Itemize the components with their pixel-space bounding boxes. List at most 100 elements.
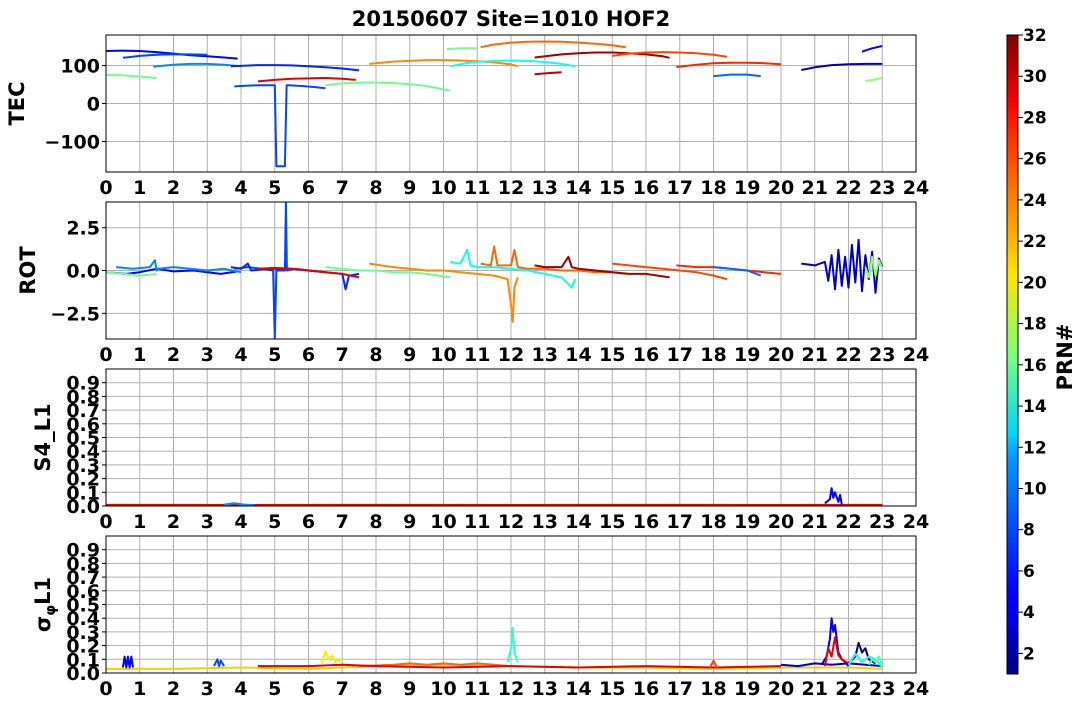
- series-line-prn-16: [325, 266, 451, 279]
- colorbar-tick-label: 2: [1023, 644, 1035, 664]
- x-tick-label: 22: [835, 344, 861, 366]
- x-tick-label: 13: [532, 678, 558, 700]
- colorbar-tick-label: 26: [1023, 150, 1047, 170]
- y-tick-label: 0.0: [66, 261, 100, 283]
- x-tick-label: 23: [869, 678, 895, 700]
- x-tick-label: 14: [565, 177, 591, 199]
- series-group: [106, 487, 883, 506]
- series-line-prn-27: [676, 61, 782, 68]
- x-tick-label: 1: [133, 678, 146, 700]
- x-tick-label: 19: [734, 344, 760, 366]
- x-tick-label: 17: [667, 678, 693, 700]
- x-tick-label: 19: [734, 177, 760, 199]
- x-tick-label: 21: [802, 511, 828, 533]
- x-tick-label: 10: [430, 344, 456, 366]
- y-tick-label: 0.9: [66, 373, 100, 395]
- x-tick-label: 17: [667, 344, 693, 366]
- x-tick-label: 11: [464, 511, 490, 533]
- x-tick-label: 22: [835, 511, 861, 533]
- x-tick-label: 22: [835, 177, 861, 199]
- x-tick-label: 20: [768, 344, 794, 366]
- x-tick-label: 11: [464, 344, 490, 366]
- x-tick-label: 23: [869, 344, 895, 366]
- x-tick-label: 3: [201, 344, 214, 366]
- x-tick-label: 16: [633, 344, 659, 366]
- x-tick-label: 14: [565, 344, 591, 366]
- x-tick-label: 8: [369, 511, 382, 533]
- x-tick-label: 4: [234, 511, 247, 533]
- x-tick-label: 0: [99, 344, 112, 366]
- x-tick-label: 12: [498, 678, 524, 700]
- x-tick-label: 14: [565, 511, 591, 533]
- panel-tec: 0 1 2 3 4 5 6 7 8 9 10 11 12 13 14 15 16 17 18 19 20 21 22 23 24…: [5, 34, 929, 199]
- x-tick-label: 17: [667, 177, 693, 199]
- x-tick-label: 19: [734, 678, 760, 700]
- panel-rot: 0 1 2 3 4 5 6 7 8 9 10 11 12 13 14 15 16 17 18 19 20 21 22 23 24…: [16, 201, 929, 366]
- x-tick-label: 13: [532, 177, 558, 199]
- colorbar-gradient: [1006, 34, 1019, 675]
- x-tick-label: 0: [99, 177, 112, 199]
- series-line-prn-8: [713, 73, 761, 78]
- series-line-prn-3: [801, 62, 883, 71]
- x-tick-label: 14: [565, 678, 591, 700]
- x-tick-label: 10: [430, 177, 456, 199]
- x-tick-label: 9: [403, 511, 416, 533]
- x-tick-label: 21: [802, 344, 828, 366]
- x-tick-label: 2: [167, 344, 180, 366]
- x-tick-label: 1: [133, 344, 146, 366]
- y-tick-label: 0.9: [66, 540, 100, 562]
- x-tick-label: 10: [430, 678, 456, 700]
- colorbar-tick-label: 30: [1023, 67, 1047, 87]
- panel-sigma-phi-l1: 0 1 2 3 4 5 6 7 8 9 10 11 12 13 14 15 16 17 18 19 20 21 22 23 24…: [31, 535, 929, 700]
- x-tick-label: 6: [302, 177, 315, 199]
- y-axis-title: ROT: [16, 246, 40, 295]
- x-tick-label: 11: [464, 678, 490, 700]
- x-tick-label: 5: [268, 678, 281, 700]
- x-tick-label: 20: [768, 177, 794, 199]
- y-tick-label: −100: [44, 132, 100, 154]
- y-axis-title: TEC: [5, 81, 29, 125]
- x-tick-label: 3: [201, 177, 214, 199]
- y-tick-label: 100: [60, 55, 100, 77]
- x-tick-label: 16: [633, 678, 659, 700]
- x-tick-label: 24: [903, 177, 929, 199]
- x-tick-label: 16: [633, 511, 659, 533]
- series-line-prn-21: [321, 650, 343, 664]
- x-tick-label: 22: [835, 678, 861, 700]
- colorbar-tick-label: 32: [1023, 26, 1047, 46]
- x-tick-label: 2: [167, 678, 180, 700]
- x-tick-label: 5: [268, 511, 281, 533]
- x-tick-label: 15: [599, 344, 625, 366]
- series-line-prn-16: [446, 47, 478, 51]
- x-tick-label: 7: [336, 344, 349, 366]
- x-tick-label: 6: [302, 344, 315, 366]
- x-tick-label: 6: [302, 511, 315, 533]
- y-axis-title: S4_L1: [31, 403, 55, 471]
- series-line-prn-14: [506, 626, 519, 663]
- x-tick-label: 5: [268, 177, 281, 199]
- series-line-prn-5: [824, 487, 843, 505]
- x-tick-label: 9: [403, 678, 416, 700]
- x-tick-label: 21: [802, 678, 828, 700]
- x-tick-label: 7: [336, 678, 349, 700]
- chart-title: 20150607 Site=1010 HOF2: [352, 7, 671, 31]
- panels-group: 0 1 2 3 4 5 6 7 8 9 10 11 12 13 14 15 16 17 18 19 20 21 22 23 24…: [5, 34, 929, 700]
- colorbar-tick-label: 12: [1023, 438, 1047, 458]
- series-line-prn-5: [121, 655, 134, 669]
- x-tick-label: 12: [498, 177, 524, 199]
- series-group: [106, 617, 884, 670]
- x-tick-label: 3: [201, 678, 214, 700]
- x-tick-label: 24: [903, 511, 929, 533]
- x-tick-label: 18: [700, 678, 726, 700]
- x-tick-label: 6: [302, 678, 315, 700]
- series-line-prn-26: [612, 51, 728, 58]
- x-tick-label: 4: [234, 177, 247, 199]
- y-tick-label: 0: [87, 94, 100, 116]
- x-tick-label: 12: [498, 511, 524, 533]
- panel-s4-l1: 0 1 2 3 4 5 6 7 8 9 10 11 12 13 14 15 16 17 18 19 20 21 22 23 24…: [31, 368, 929, 533]
- x-tick-label: 23: [869, 511, 895, 533]
- x-tick-label: 1: [133, 511, 146, 533]
- x-tick-label: 15: [599, 177, 625, 199]
- x-tick-label: 15: [599, 511, 625, 533]
- x-tick-label: 24: [903, 678, 929, 700]
